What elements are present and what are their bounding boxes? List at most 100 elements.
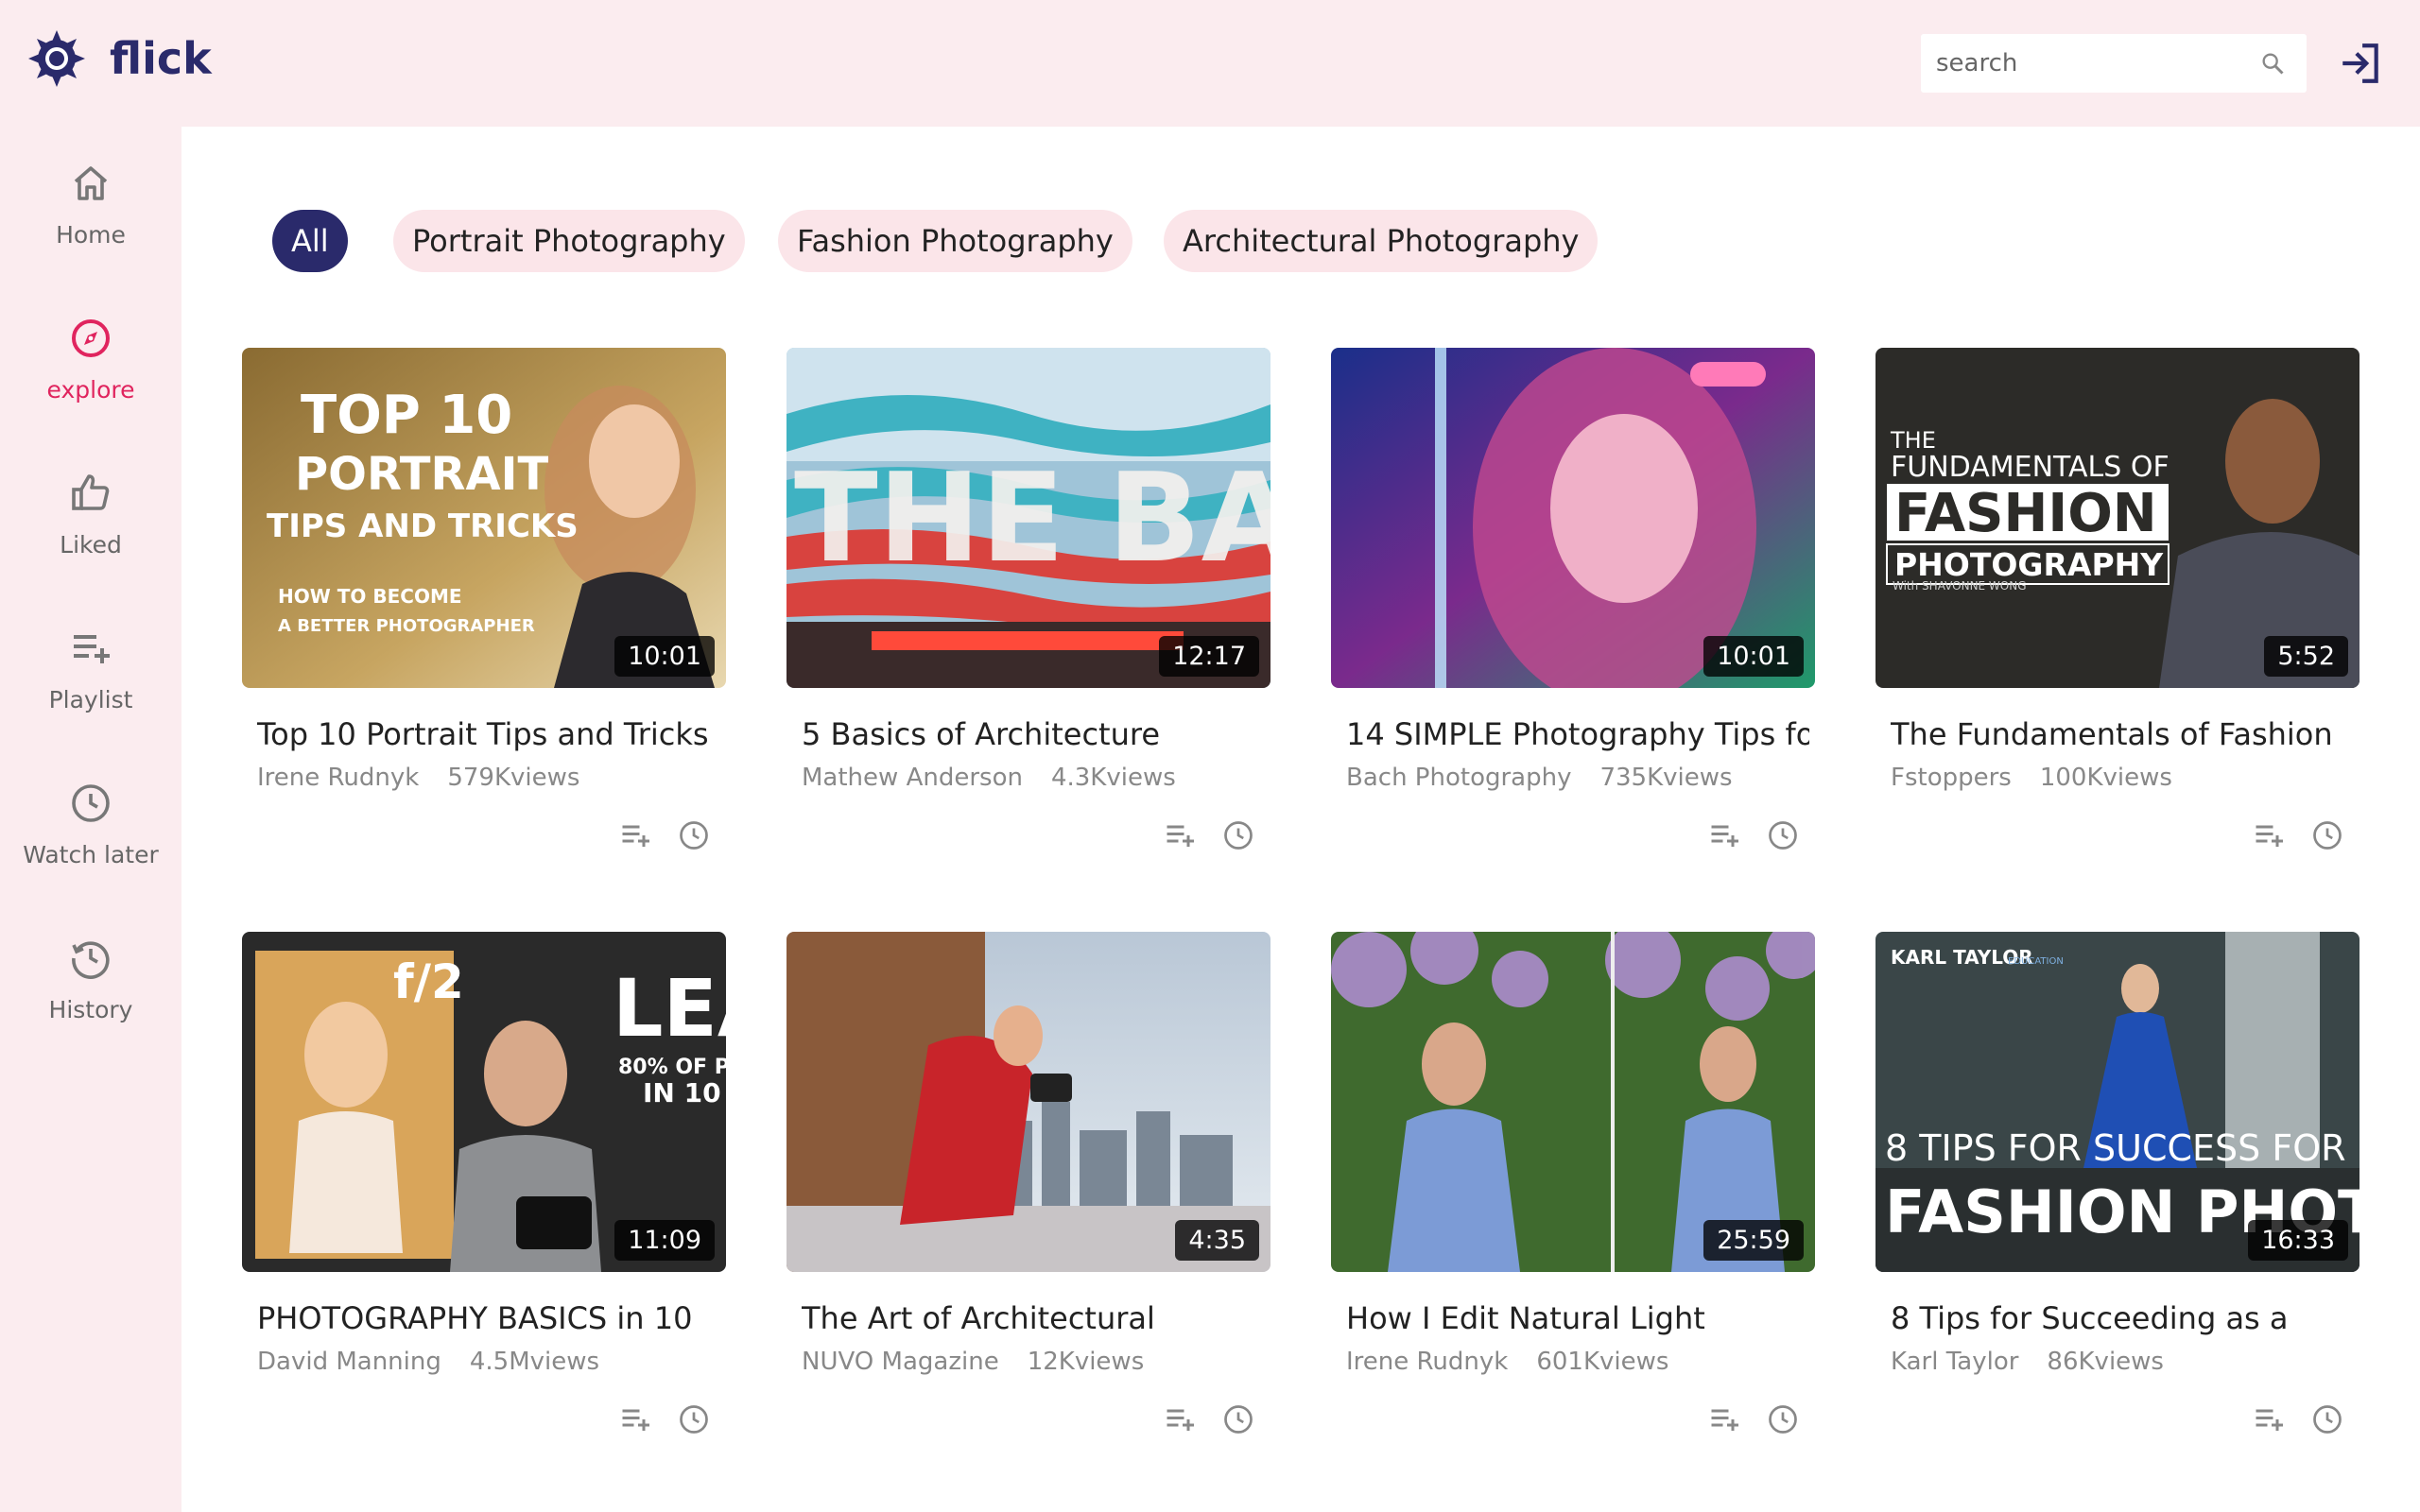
sidebar-item-playlist[interactable]: Playlist bbox=[0, 605, 182, 747]
video-thumbnail[interactable]: THE FUNDAMENTALS OF FASHION PHOTOGRAPHY … bbox=[1876, 348, 2360, 688]
video-card[interactable]: TOP 10 PORTRAIT TIPS AND TRICKS HOW TO B… bbox=[242, 348, 726, 877]
compass-icon bbox=[72, 319, 110, 357]
video-duration: 25:59 bbox=[1703, 1220, 1804, 1261]
video-title[interactable]: The Art of Architectural bbox=[802, 1300, 1265, 1336]
video-card[interactable]: THE BASI 12:17 5 Basics of Architecture … bbox=[786, 348, 1270, 877]
sidebar-item-label: explore bbox=[46, 376, 135, 404]
video-thumbnail[interactable]: 25:59 bbox=[1331, 932, 1815, 1272]
video-duration: 5:52 bbox=[2264, 636, 2348, 677]
channel-name[interactable]: Irene Rudnyk bbox=[1346, 1348, 1508, 1376]
history-icon bbox=[72, 941, 110, 979]
svg-text:8 TIPS FOR SUCCESS FOR: 8 TIPS FOR SUCCESS FOR bbox=[1885, 1127, 2346, 1169]
video-meta: Bach Photography 735Kviews bbox=[1346, 764, 1733, 792]
video-thumbnail[interactable]: TOP 10 PORTRAIT TIPS AND TRICKS HOW TO B… bbox=[242, 348, 726, 688]
playlist-add-icon[interactable] bbox=[1163, 818, 1197, 852]
video-meta: Irene Rudnyk 579Kviews bbox=[257, 764, 579, 792]
video-thumbnail[interactable]: 4:35 bbox=[786, 932, 1270, 1272]
aperture-logo-icon bbox=[28, 30, 85, 87]
channel-name[interactable]: David Manning bbox=[257, 1348, 441, 1376]
svg-text:EDUCATION: EDUCATION bbox=[2008, 956, 2064, 967]
video-title[interactable]: The Fundamentals of Fashion bbox=[1891, 716, 2354, 752]
filter-chip-fashion[interactable]: Fashion Photography bbox=[778, 210, 1132, 272]
filter-chip-architectural[interactable]: Architectural Photography bbox=[1164, 210, 1599, 272]
video-card[interactable]: f/2 LEA 80% OF PH IN 10 11:09 PHOTOGRAPH… bbox=[242, 932, 726, 1461]
sidebar-item-watch-later[interactable]: Watch later bbox=[0, 760, 182, 902]
video-meta: Irene Rudnyk 601Kviews bbox=[1346, 1348, 1668, 1376]
channel-name[interactable]: Mathew Anderson bbox=[802, 764, 1023, 792]
watch-later-icon[interactable] bbox=[677, 1402, 711, 1436]
view-count: 4.5Mviews bbox=[469, 1348, 600, 1376]
search-input[interactable] bbox=[1936, 34, 2257, 93]
svg-text:LEA: LEA bbox=[613, 962, 726, 1055]
app-logo[interactable]: flick bbox=[26, 28, 212, 89]
video-meta: NUVO Magazine 12Kviews bbox=[802, 1348, 1144, 1376]
sidebar-item-label: Home bbox=[56, 221, 126, 249]
playlist-add-icon[interactable] bbox=[2252, 1402, 2286, 1436]
video-card[interactable]: KARL TAYLOR EDUCATION 8 TIPS FOR SUCCESS… bbox=[1876, 932, 2360, 1461]
channel-name[interactable]: NUVO Magazine bbox=[802, 1348, 999, 1376]
sidebar-item-label: Watch later bbox=[23, 841, 159, 868]
video-title[interactable]: 8 Tips for Succeeding as a bbox=[1891, 1300, 2354, 1336]
sidebar-item-label: History bbox=[48, 996, 133, 1023]
sidebar-item-history[interactable]: History bbox=[0, 915, 182, 1057]
card-actions bbox=[2252, 1402, 2344, 1436]
video-title[interactable]: Top 10 Portrait Tips and Tricks bbox=[257, 716, 720, 752]
video-meta: David Manning 4.5Mviews bbox=[257, 1348, 599, 1376]
video-meta: Fstoppers 100Kviews bbox=[1891, 764, 2172, 792]
video-card[interactable]: THE FUNDAMENTALS OF FASHION PHOTOGRAPHY … bbox=[1876, 348, 2360, 877]
top-bar: flick bbox=[0, 0, 2420, 127]
video-card[interactable]: 4:35 The Art of Architectural NUVO Magaz… bbox=[786, 932, 1270, 1461]
video-card[interactable]: 25:59 How I Edit Natural Light Irene Rud… bbox=[1331, 932, 1815, 1461]
playlist-add-icon[interactable] bbox=[618, 1402, 652, 1436]
channel-name[interactable]: Bach Photography bbox=[1346, 764, 1571, 792]
playlist-add-icon[interactable] bbox=[1707, 1402, 1741, 1436]
playlist-add-icon[interactable] bbox=[618, 818, 652, 852]
video-thumbnail[interactable]: KARL TAYLOR EDUCATION 8 TIPS FOR SUCCESS… bbox=[1876, 932, 2360, 1272]
video-thumbnail[interactable]: 10:01 bbox=[1331, 348, 1815, 688]
watch-later-icon[interactable] bbox=[1766, 818, 1800, 852]
sidebar-item-explore[interactable]: explore bbox=[0, 295, 182, 437]
playlist-add-icon[interactable] bbox=[2252, 818, 2286, 852]
watch-later-icon[interactable] bbox=[1766, 1402, 1800, 1436]
view-count: 12Kviews bbox=[1027, 1348, 1145, 1376]
sidebar-nav: Home explore Liked Playlist Watch later bbox=[0, 127, 182, 1512]
video-duration: 10:01 bbox=[614, 636, 715, 677]
search-icon[interactable] bbox=[2259, 50, 2286, 77]
svg-text:THE BASI: THE BASI bbox=[794, 446, 1270, 590]
sidebar-item-liked[interactable]: Liked bbox=[0, 450, 182, 592]
thumbs-up-icon bbox=[72, 474, 110, 510]
video-card[interactable]: 10:01 14 SIMPLE Photography Tips for Bac… bbox=[1331, 348, 1815, 877]
video-title[interactable]: PHOTOGRAPHY BASICS in 10 bbox=[257, 1300, 720, 1336]
card-actions bbox=[1707, 1402, 1800, 1436]
playlist-add-icon[interactable] bbox=[1707, 818, 1741, 852]
channel-name[interactable]: Karl Taylor bbox=[1891, 1348, 2018, 1376]
svg-text:With SHAVONNE WONG: With SHAVONNE WONG bbox=[1893, 579, 2027, 593]
filter-chip-all[interactable]: All bbox=[272, 210, 348, 272]
watch-later-icon[interactable] bbox=[1221, 1402, 1255, 1436]
watch-later-icon[interactable] bbox=[1221, 818, 1255, 852]
video-title[interactable]: 5 Basics of Architecture bbox=[802, 716, 1265, 752]
watch-later-icon[interactable] bbox=[2310, 1402, 2344, 1436]
channel-name[interactable]: Irene Rudnyk bbox=[257, 764, 419, 792]
video-thumbnail[interactable]: f/2 LEA 80% OF PH IN 10 11:09 bbox=[242, 932, 726, 1272]
watch-later-icon[interactable] bbox=[677, 818, 711, 852]
sidebar-item-home[interactable]: Home bbox=[0, 140, 182, 282]
card-actions bbox=[618, 1402, 711, 1436]
sidebar-item-label: Liked bbox=[60, 531, 122, 558]
sidebar-item-label: Playlist bbox=[48, 686, 133, 713]
video-title[interactable]: How I Edit Natural Light bbox=[1346, 1300, 1809, 1336]
view-count: 601Kviews bbox=[1536, 1348, 1669, 1376]
svg-text:FUNDAMENTALS OF: FUNDAMENTALS OF bbox=[1891, 451, 2169, 484]
watch-later-icon[interactable] bbox=[2310, 818, 2344, 852]
card-actions bbox=[2252, 818, 2344, 852]
login-icon[interactable] bbox=[2337, 40, 2384, 87]
svg-text:PORTRAIT: PORTRAIT bbox=[295, 448, 549, 501]
card-actions bbox=[618, 818, 711, 852]
search-box bbox=[1921, 34, 2307, 93]
filter-chip-portrait[interactable]: Portrait Photography bbox=[393, 210, 745, 272]
main-content: All Portrait Photography Fashion Photogr… bbox=[182, 127, 2420, 1512]
video-thumbnail[interactable]: THE BASI 12:17 bbox=[786, 348, 1270, 688]
playlist-add-icon[interactable] bbox=[1163, 1402, 1197, 1436]
video-title[interactable]: 14 SIMPLE Photography Tips for bbox=[1346, 716, 1809, 752]
channel-name[interactable]: Fstoppers bbox=[1891, 764, 2012, 792]
